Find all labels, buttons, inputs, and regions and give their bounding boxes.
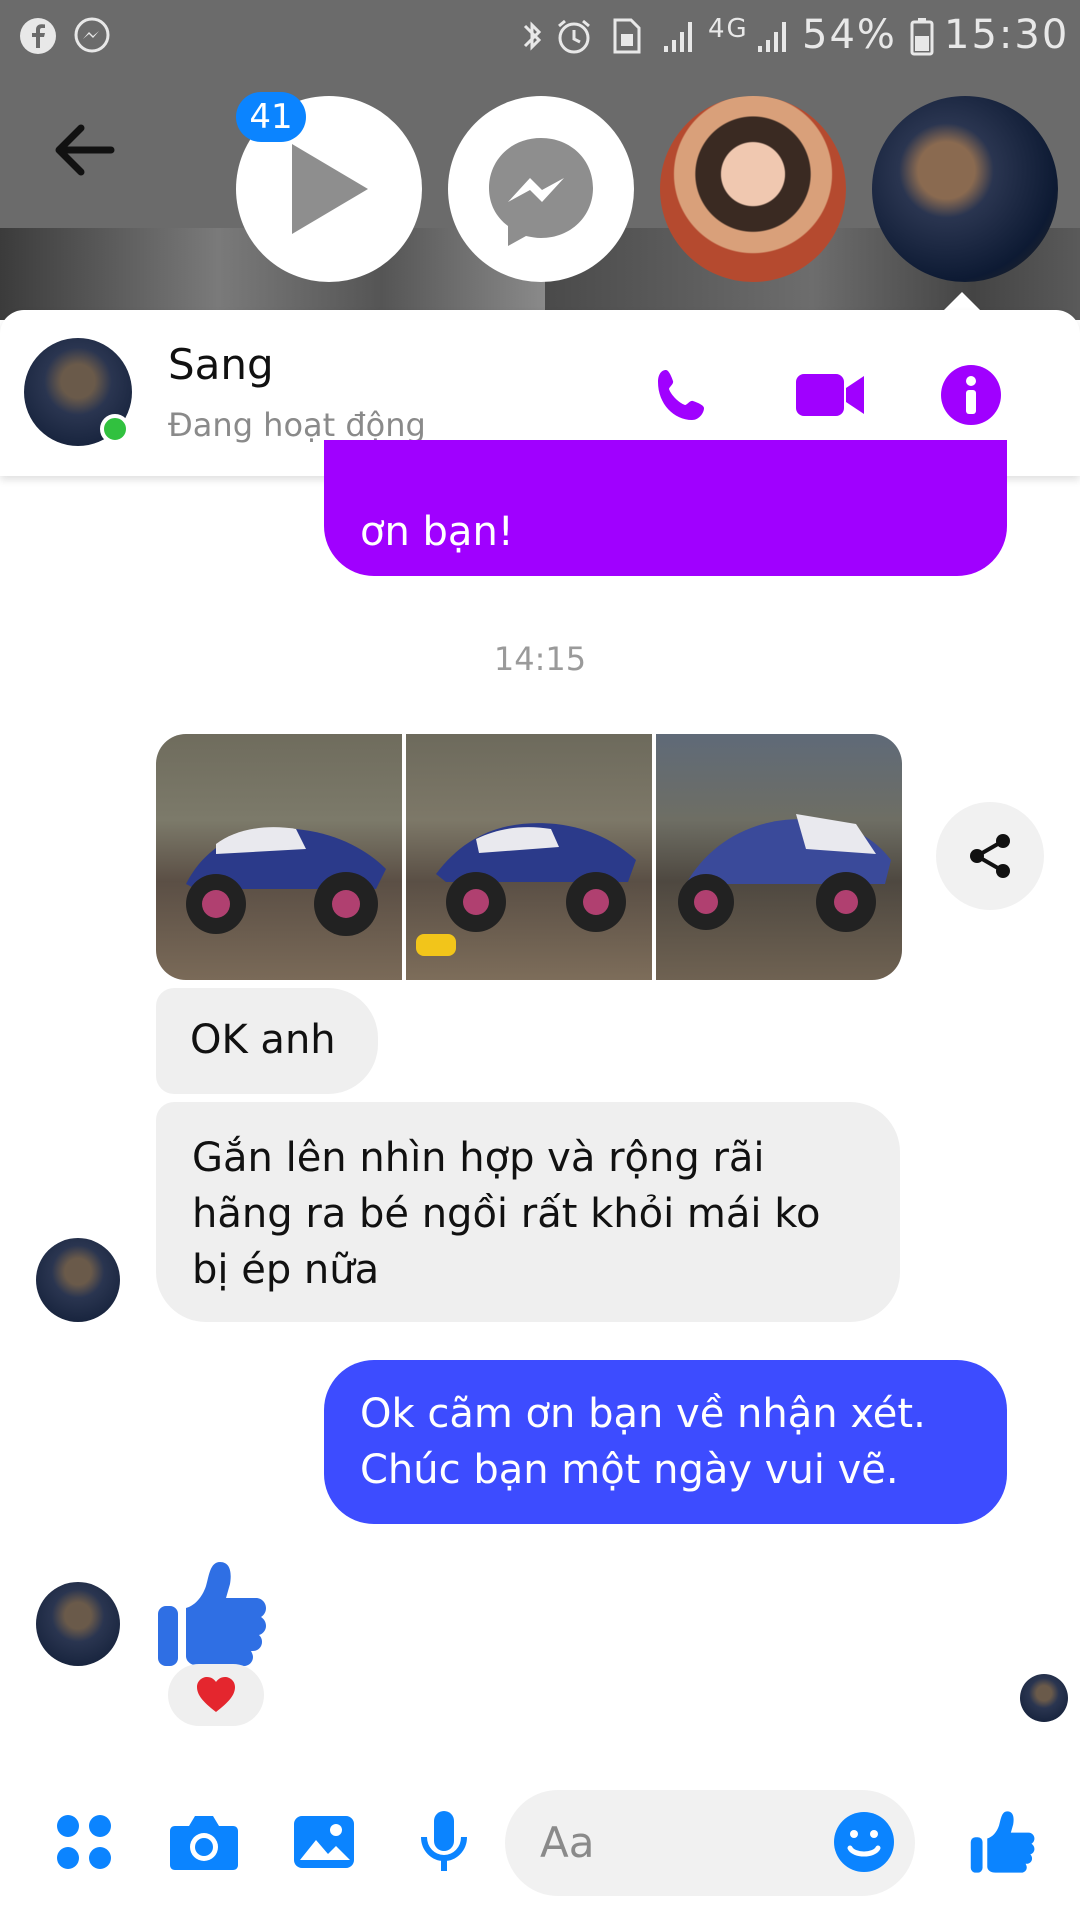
battery-icon xyxy=(902,16,942,56)
contact-name[interactable]: Sang xyxy=(168,340,274,389)
info-button[interactable] xyxy=(936,360,1006,430)
message-text: OK anh xyxy=(190,1017,336,1063)
message-outgoing[interactable]: Ok cãm ơn bạn về nhận xét. Chúc bạn một … xyxy=(324,1360,1007,1524)
chathead-contact-sang[interactable] xyxy=(872,96,1058,282)
active-chathead-pointer xyxy=(944,292,980,310)
like-sticker[interactable] xyxy=(156,1558,266,1670)
more-actions-button[interactable] xyxy=(46,1804,122,1880)
messenger-icon xyxy=(489,138,593,246)
message-text: Gắn lên nhìn hợp và rộng rãi hãng ra bé … xyxy=(192,1135,821,1293)
avatar[interactable] xyxy=(36,1238,120,1322)
battery-percent: 54% xyxy=(802,12,897,58)
message-input-placeholder: Aa xyxy=(540,1818,595,1867)
network-type: 4G xyxy=(708,14,749,44)
message-outgoing[interactable]: ơn bạn! xyxy=(324,440,1007,576)
microphone-icon xyxy=(421,1811,467,1871)
like-button[interactable] xyxy=(964,1804,1040,1880)
thumbs-up-icon xyxy=(158,1562,266,1666)
message-text: ơn bạn! xyxy=(360,509,514,555)
status-bar: 4G 54% 15:30 xyxy=(0,0,1080,72)
photo-attachment[interactable] xyxy=(406,734,652,980)
back-button[interactable] xyxy=(40,110,130,200)
message-incoming[interactable]: Gắn lên nhìn hợp và rộng rãi hãng ra bé … xyxy=(156,1102,900,1322)
contact-status: Đang hoạt động xyxy=(168,406,426,444)
clock: 15:30 xyxy=(944,12,1070,58)
read-receipt-avatar xyxy=(1020,1674,1068,1722)
message-text: Ok cãm ơn bạn về nhận xét. Chúc bạn một … xyxy=(360,1391,926,1493)
alarm-icon xyxy=(554,16,594,56)
gallery-button[interactable] xyxy=(286,1804,362,1880)
camera-icon xyxy=(170,1816,238,1870)
bluetooth-icon xyxy=(512,16,552,56)
message-incoming[interactable]: OK anh xyxy=(156,988,378,1094)
voice-call-button[interactable] xyxy=(648,360,718,430)
info-icon xyxy=(941,365,1001,425)
sim-icon xyxy=(606,16,646,56)
motorcycle-image xyxy=(678,814,891,932)
notification-badge: 41 xyxy=(236,92,306,142)
motorcycle-image xyxy=(186,827,386,936)
share-icon xyxy=(970,834,1010,878)
back-arrow-icon xyxy=(55,124,115,176)
reaction-badge[interactable] xyxy=(168,1664,264,1726)
emoji-button[interactable] xyxy=(826,1804,902,1880)
photo-attachment[interactable] xyxy=(156,734,402,980)
motorcycle-image xyxy=(416,823,636,956)
camera-button[interactable] xyxy=(166,1804,242,1880)
chathead-messenger[interactable] xyxy=(448,96,634,282)
avatar[interactable] xyxy=(36,1582,120,1666)
video-call-button[interactable] xyxy=(792,360,868,430)
voice-message-button[interactable] xyxy=(406,1804,482,1880)
thumbs-up-icon xyxy=(970,1811,1035,1873)
video-camera-icon xyxy=(796,374,864,416)
image-icon xyxy=(294,1816,354,1868)
grid-dots-icon xyxy=(57,1815,111,1869)
online-indicator xyxy=(100,414,130,444)
signal-icon xyxy=(754,16,794,56)
share-button[interactable] xyxy=(936,802,1044,910)
heart-icon xyxy=(197,1677,235,1712)
signal-icon xyxy=(660,16,700,56)
facebook-icon xyxy=(18,16,58,56)
smiley-icon xyxy=(834,1812,894,1872)
phone-icon xyxy=(658,370,704,420)
messenger-icon xyxy=(72,16,112,56)
chathead-contact-woman[interactable] xyxy=(660,96,846,282)
photo-attachment[interactable] xyxy=(656,734,902,980)
timestamp: 14:15 xyxy=(493,640,587,678)
